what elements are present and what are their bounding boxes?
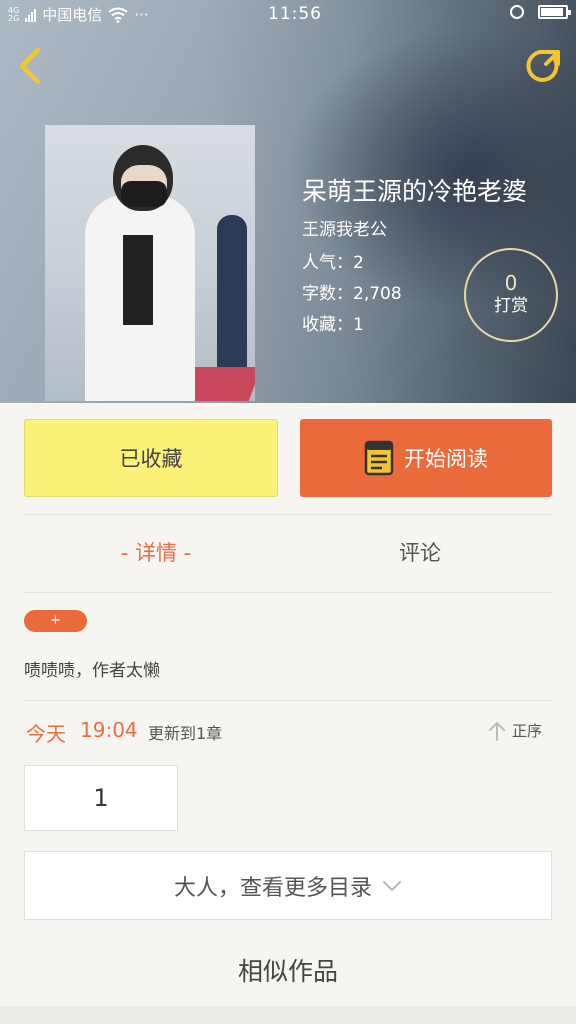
start-reading-label: 开始阅读	[404, 447, 488, 471]
tip-count: 0	[504, 271, 518, 295]
tab-comments[interactable]: 评论	[288, 530, 552, 576]
book-icon	[364, 440, 394, 476]
divider	[24, 592, 552, 593]
alarm-icon	[510, 5, 524, 19]
carrier-label: 中国电信	[42, 6, 103, 24]
book-favorites: 收藏：1	[302, 315, 364, 335]
network-indicator: 4G 2G	[8, 5, 20, 23]
sort-order-button[interactable]: 正序	[488, 720, 542, 741]
more-indicator: ···	[134, 5, 149, 24]
chevron-down-icon	[383, 880, 401, 891]
tab-details[interactable]: - 详情 -	[24, 530, 288, 576]
chapter-number: 1	[93, 784, 109, 812]
more-chapters-button[interactable]: 大人，查看更多目录	[24, 851, 552, 920]
share-button[interactable]	[524, 46, 564, 86]
tip-label: 打赏	[494, 296, 528, 316]
divider	[24, 514, 552, 515]
book-header: 4G 2G 中国电信 ··· 11:56 呆萌王源的冷艳老婆 王源我老公 人气：…	[0, 0, 576, 403]
book-intro: 啧啧啧，作者太懒	[24, 661, 160, 681]
update-day: 今天	[26, 722, 66, 746]
chevron-left-icon	[19, 47, 41, 85]
start-reading-button[interactable]: 开始阅读	[300, 419, 552, 497]
back-button[interactable]	[14, 46, 48, 86]
bottom-strip	[0, 1006, 576, 1024]
divider	[24, 700, 552, 701]
status-time: 11:56	[268, 4, 322, 24]
book-cover-image[interactable]	[45, 125, 255, 401]
book-word-count: 字数：2,708	[302, 284, 402, 304]
chapter-item[interactable]: 1	[24, 765, 178, 831]
collected-label: 已收藏	[119, 447, 183, 471]
update-text: 更新到1章	[148, 724, 223, 743]
signal-icon	[25, 8, 37, 22]
book-title: 呆萌王源的冷艳老婆	[302, 177, 528, 206]
arrow-up-icon	[489, 721, 505, 741]
tip-button[interactable]: 0 打赏	[464, 248, 558, 342]
sort-order-label: 正序	[512, 722, 543, 740]
status-bar: 4G 2G 中国电信 ··· 11:56	[0, 0, 576, 28]
book-author: 王源我老公	[302, 220, 387, 240]
collected-button[interactable]: 已收藏	[24, 419, 278, 497]
update-time: 19:04	[80, 718, 138, 742]
similar-works-heading: 相似作品	[237, 957, 338, 986]
battery-icon	[538, 5, 571, 19]
add-tag-button[interactable]: +	[24, 610, 87, 632]
wifi-icon	[108, 7, 128, 23]
book-popularity: 人气：2	[302, 253, 364, 273]
share-icon	[526, 49, 560, 82]
more-chapters-label: 大人，查看更多目录	[173, 875, 372, 901]
